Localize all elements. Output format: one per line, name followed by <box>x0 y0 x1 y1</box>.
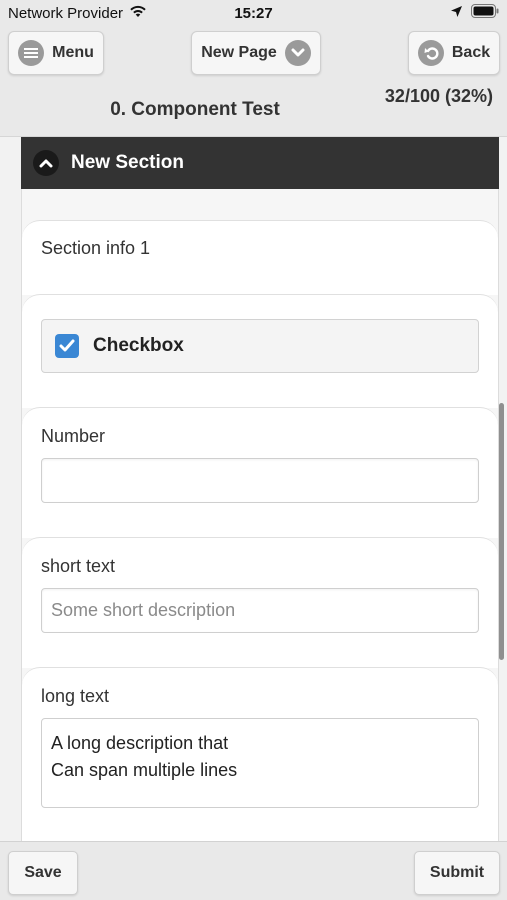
scrollbar[interactable] <box>499 403 504 660</box>
checkbox-field[interactable]: Checkbox <box>41 319 479 373</box>
submit-button[interactable]: Submit <box>414 851 500 895</box>
back-button-label: Back <box>451 44 491 61</box>
chevron-up-icon <box>33 150 59 176</box>
short-text-input[interactable] <box>41 588 479 633</box>
long-text-block: long text A long description that Can sp… <box>22 667 498 841</box>
back-arrow-icon <box>417 40 444 66</box>
section-info-block: Section info 1 <box>22 220 498 295</box>
long-text-textarea[interactable]: A long description that Can span multipl… <box>41 718 479 808</box>
section-title: New Section <box>71 152 184 173</box>
checkbox-block: Checkbox <box>22 294 498 408</box>
chevron-down-icon <box>284 40 311 66</box>
number-block: Number <box>22 407 498 538</box>
menu-button-label: Menu <box>52 44 94 61</box>
save-button[interactable]: Save <box>8 851 78 895</box>
status-right <box>450 4 499 22</box>
carrier-name: Network Provider <box>8 4 124 22</box>
battery-icon <box>471 4 499 22</box>
page-select-button[interactable]: New Page <box>191 31 321 75</box>
page-select-label: New Page <box>201 44 277 61</box>
back-button[interactable]: Back <box>408 31 500 75</box>
long-text-label: long text <box>41 686 110 706</box>
app-header: Menu New Page Back 0. Component Test 32/… <box>0 26 507 137</box>
status-bar: Network Provider 15:27 <box>0 0 507 26</box>
checkbox-label: Checkbox <box>93 335 184 356</box>
checkbox-checked-icon[interactable] <box>55 334 79 358</box>
status-left: Network Provider <box>8 4 147 22</box>
wifi-icon <box>129 4 147 22</box>
page-title: 0. Component Test <box>110 99 280 120</box>
progress-indicator: 32/100 (32%) <box>384 86 493 106</box>
menu-button[interactable]: Menu <box>8 31 104 75</box>
section-info-text: Section info 1 <box>41 238 151 258</box>
section-content: Section info 1 Checkbox Number short tex… <box>21 189 499 841</box>
location-arrow-icon <box>450 5 463 22</box>
number-label: Number <box>41 426 106 446</box>
menu-icon <box>18 40 45 66</box>
short-text-label: short text <box>41 556 116 576</box>
footer-bar: Save Submit <box>0 841 507 900</box>
short-text-block: short text <box>22 537 498 668</box>
section-header[interactable]: New Section <box>21 137 499 189</box>
number-input[interactable] <box>41 458 479 503</box>
